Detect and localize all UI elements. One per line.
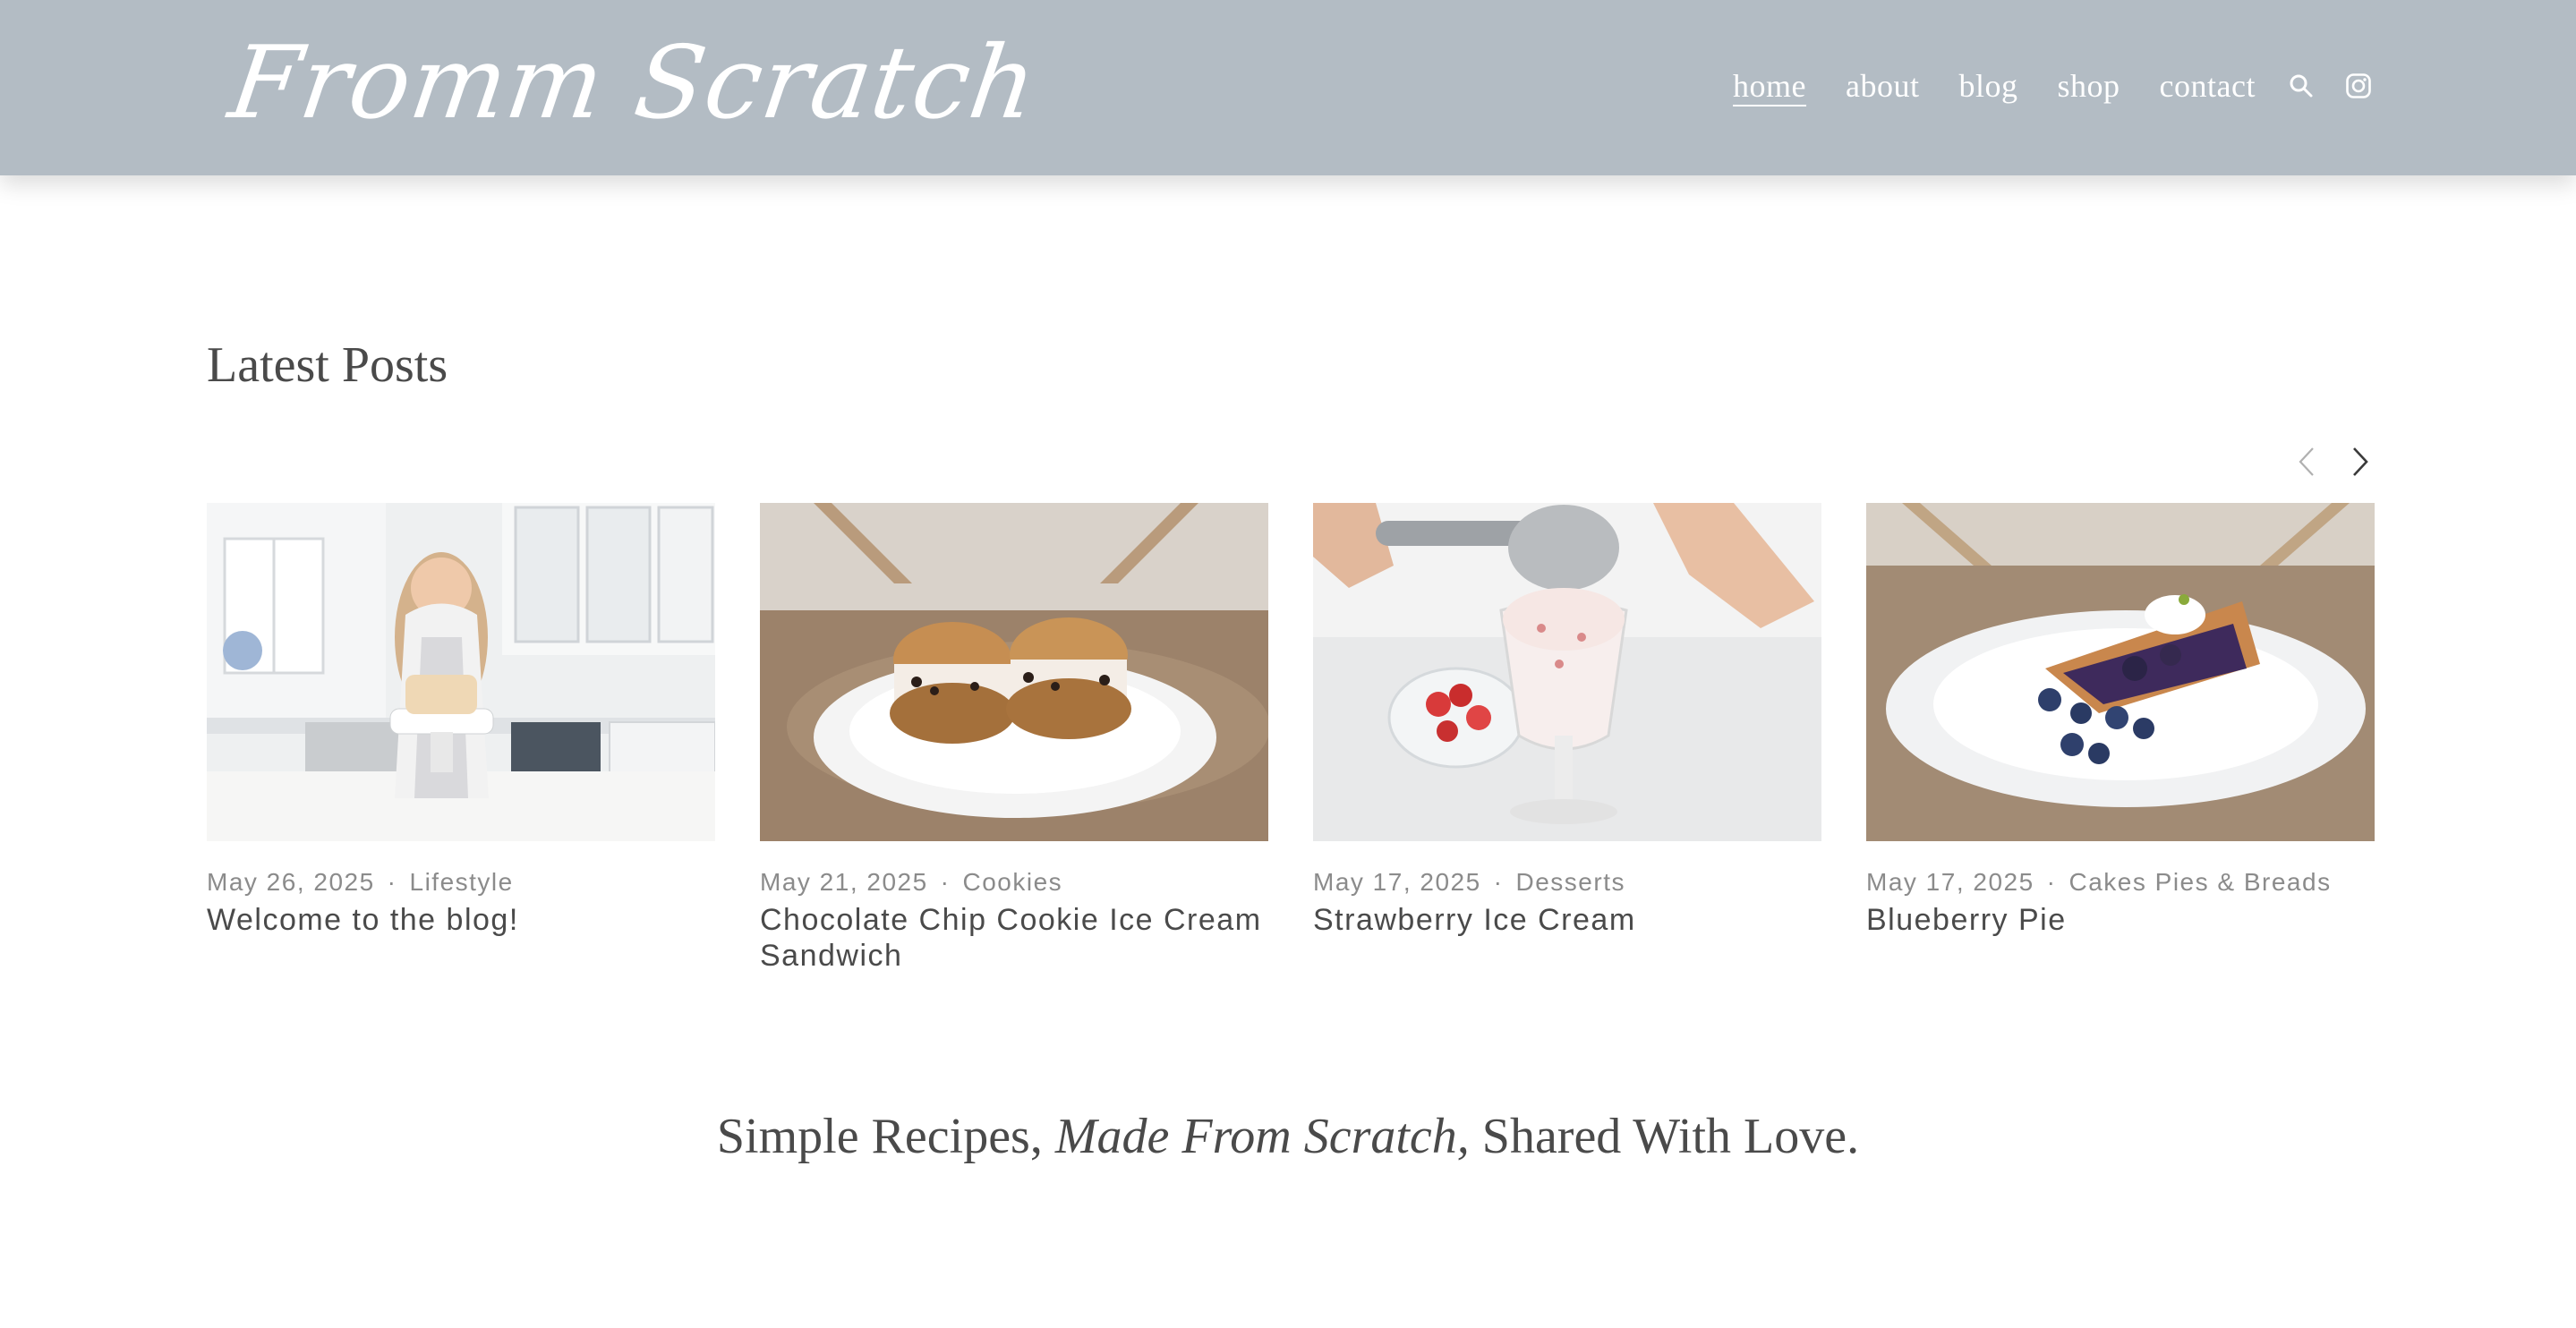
tagline: Simple Recipes, Made From Scratch, Share… [0,1108,2576,1165]
chevron-left-icon[interactable] [2293,444,2320,480]
search-icon[interactable] [2286,71,2316,101]
post-title[interactable]: Chocolate Chip Cookie Ice Cream Sandwich [760,902,1268,974]
posts-carousel: May 26, 2025 · Lifestyle Welcome to the bl… [207,503,2375,974]
latest-posts-heading: Latest Posts [207,337,448,393]
carousel-controls [2293,444,2374,480]
post-card[interactable]: May 17, 2025 · Desserts Strawberry Ice Cre… [1313,503,1821,974]
post-category[interactable]: Desserts [1516,868,1625,896]
tagline-end: Shared With Love. [1469,1109,1860,1164]
ice-cream-sandwich-photo[interactable] [760,503,1268,841]
post-card[interactable]: May 17, 2025 · Cakes Pies & Breads Blueber… [1866,503,2375,974]
chevron-right-icon[interactable] [2347,444,2374,480]
meta-separator: · [940,868,951,896]
post-title[interactable]: Welcome to the blog! [207,902,715,938]
meta-separator: · [2046,868,2057,896]
post-date: May 21, 2025 [760,868,928,896]
post-category[interactable]: Cookies [963,868,1063,896]
post-meta: May 21, 2025 · Cookies [760,868,1268,897]
post-meta: May 17, 2025 · Cakes Pies & Breads [1866,868,2375,897]
post-meta: May 26, 2025 · Lifestyle [207,868,715,897]
tagline-start: Simple Recipes, [716,1109,1055,1164]
woman-kitchen-cake-photo[interactable] [207,503,715,841]
post-date: May 26, 2025 [207,868,375,896]
main-nav: home about blog shop contact [1733,59,2374,113]
nav-blog[interactable]: blog [1959,66,2018,106]
post-meta: May 17, 2025 · Desserts [1313,868,1821,897]
site-logo[interactable]: Fromm Scratch [221,16,1045,150]
instagram-icon[interactable] [2343,71,2374,101]
post-title[interactable]: Blueberry Pie [1866,902,2375,938]
post-title[interactable]: Strawberry Ice Cream [1313,902,1821,938]
post-date: May 17, 2025 [1866,868,2034,896]
post-card[interactable]: May 21, 2025 · Cookies Chocolate Chip Cook… [760,503,1268,974]
post-card[interactable]: May 26, 2025 · Lifestyle Welcome to the bl… [207,503,715,974]
site-header: Fromm Scratch home about blog shop conta… [0,0,2576,175]
nav-about[interactable]: about [1846,66,1919,106]
tagline-emphasis: Made From Scratch, [1054,1109,1470,1164]
blueberry-pie-photo[interactable] [1866,503,2375,841]
post-category[interactable]: Cakes Pies & Breads [2069,868,2332,896]
post-date: May 17, 2025 [1313,868,1481,896]
nav-contact[interactable]: contact [2160,66,2256,106]
meta-separator: · [1493,868,1504,896]
nav-home[interactable]: home [1733,66,1806,106]
strawberry-ice-cream-photo[interactable] [1313,503,1821,841]
nav-shop[interactable]: shop [2058,66,2120,106]
post-category[interactable]: Lifestyle [410,868,514,896]
meta-separator: · [387,868,397,896]
